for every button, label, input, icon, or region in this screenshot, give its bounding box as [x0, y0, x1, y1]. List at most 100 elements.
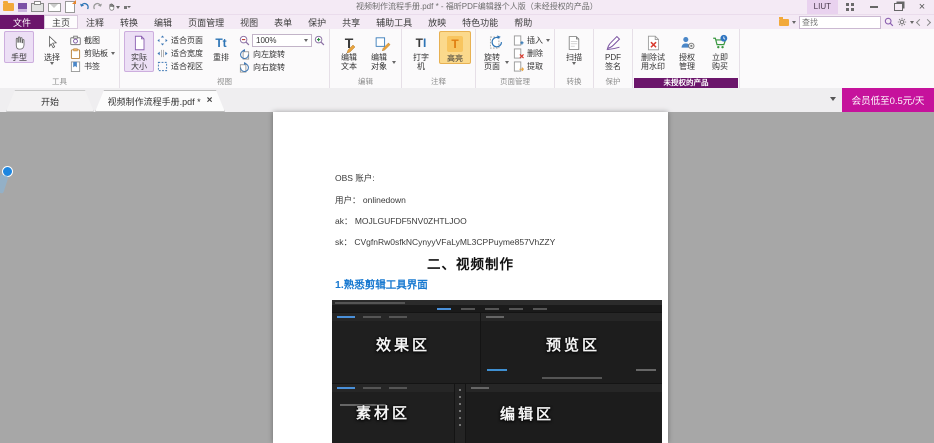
- search-scope-icon[interactable]: [779, 16, 789, 26]
- document-area[interactable]: OBS 账户: 用户： onlinedown ak： MOJLGUFDF5NV0…: [0, 112, 934, 443]
- export-icon[interactable]: [65, 0, 76, 13]
- bookmark-icon: [70, 60, 81, 72]
- hand-icon: [11, 32, 28, 53]
- tab-list-caret[interactable]: [830, 97, 836, 101]
- zoom-in-icon[interactable]: [314, 35, 325, 46]
- tab-edit[interactable]: 编辑: [146, 15, 180, 29]
- select-tool-button[interactable]: 选择: [37, 31, 67, 65]
- tab-present[interactable]: 放映: [420, 15, 454, 29]
- delete-page-icon: [513, 47, 524, 59]
- clipboard-button[interactable]: 剪贴板: [70, 47, 115, 59]
- pen-icon: [605, 32, 622, 53]
- dropdown-caret: [50, 62, 54, 65]
- tab-features[interactable]: 特色功能: [454, 15, 506, 29]
- label-preview-area: 预览区: [546, 337, 601, 354]
- tab-protect[interactable]: 保护: [300, 15, 334, 29]
- undo-icon[interactable]: [79, 2, 89, 12]
- collapse-right-icon[interactable]: [923, 18, 932, 26]
- dropdown-caret: [111, 51, 115, 55]
- doc-line-user: 用户： onlinedown: [335, 195, 406, 205]
- insert-page-button[interactable]: 插入: [513, 34, 550, 46]
- zoom-column: 100% 向左旋转 向右旋转: [239, 31, 325, 73]
- remove-trial-watermark-button[interactable]: 删除试用水印: [637, 31, 669, 71]
- label-effects-area: 效果区: [376, 337, 431, 354]
- doc-line-obs: OBS 账户:: [335, 173, 375, 183]
- rotate-left-button[interactable]: 向左旋转: [239, 48, 325, 60]
- dropdown-caret: [572, 62, 576, 65]
- reflow-button[interactable]: Tt 重排: [206, 31, 236, 63]
- highlight-button[interactable]: T 高亮: [439, 31, 471, 64]
- layout-grid-icon[interactable]: [844, 1, 856, 13]
- floating-widget[interactable]: [0, 166, 13, 202]
- print-icon[interactable]: [31, 0, 44, 12]
- save-icon[interactable]: [18, 2, 27, 12]
- dropdown-caret: [392, 60, 396, 64]
- extract-page-button[interactable]: 提取: [513, 60, 550, 72]
- actual-size-button[interactable]: 实际大小: [124, 31, 154, 72]
- redo-icon[interactable]: [93, 2, 103, 12]
- search-icon[interactable]: [884, 17, 894, 27]
- dropdown-caret[interactable]: [910, 20, 914, 24]
- tab-convert[interactable]: 转换: [112, 15, 146, 29]
- tab-home[interactable]: 主页: [44, 15, 79, 29]
- fit-page-button[interactable]: 适合页面: [157, 34, 203, 46]
- tab-accessibility[interactable]: 辅助工具: [368, 15, 420, 29]
- tab-form[interactable]: 表单: [266, 15, 300, 29]
- clipboard-icon: [70, 47, 81, 59]
- close-icon[interactable]: ×: [916, 1, 928, 13]
- screenshot-toolbar-strip: [455, 384, 465, 443]
- close-tab-icon[interactable]: ×: [207, 96, 213, 106]
- dropdown-caret: [546, 38, 550, 42]
- scan-button[interactable]: 扫描: [559, 31, 589, 65]
- typewriter-button[interactable]: TI 打字机: [406, 31, 436, 72]
- edit-object-button[interactable]: 编辑对象: [367, 31, 397, 71]
- license-manage-button[interactable]: 授权管理: [672, 31, 702, 71]
- open-file-icon[interactable]: [3, 1, 14, 11]
- edit-text-button[interactable]: T 编辑文本: [334, 31, 364, 72]
- titlebar: 视频制作流程手册.pdf * - 福昕PDF编辑器个人版（未经授权的产品） LI…: [0, 0, 934, 15]
- zoom-out-icon[interactable]: [239, 35, 250, 46]
- user-account-badge[interactable]: LIUT: [806, 0, 838, 14]
- tab-comment[interactable]: 注释: [78, 15, 112, 29]
- dropdown-caret[interactable]: [792, 20, 796, 24]
- fit-width-button[interactable]: 适合宽度: [157, 47, 203, 59]
- collapse-left-icon[interactable]: [915, 18, 924, 26]
- fit-page-icon: [157, 34, 168, 46]
- dropdown-caret: [116, 5, 120, 9]
- tab-share[interactable]: 共享: [334, 15, 368, 29]
- hand-tool-quick-icon[interactable]: [107, 2, 120, 12]
- tab-open-document[interactable]: 视频制作流程手册.pdf * ×: [95, 90, 225, 112]
- delete-page-button[interactable]: 删除: [513, 47, 550, 59]
- snapshot-button[interactable]: 截图: [70, 34, 115, 46]
- fit-width-icon: [157, 49, 168, 57]
- rotate-right-button[interactable]: 向右旋转: [239, 61, 325, 73]
- tab-view[interactable]: 视图: [232, 15, 266, 29]
- document-tab-bar: 开始 视频制作流程手册.pdf * × 会员低至0.5元/天: [0, 88, 934, 112]
- tab-start-page[interactable]: 开始: [6, 90, 94, 112]
- bookmark-button[interactable]: 书签: [70, 60, 115, 72]
- tab-help[interactable]: 帮助: [506, 15, 540, 29]
- tab-page-organize[interactable]: 页面管理: [180, 15, 232, 29]
- gear-icon[interactable]: [897, 17, 907, 27]
- ribbon-filler: [740, 29, 934, 88]
- more-commands-icon[interactable]: [124, 5, 131, 9]
- minimize-icon[interactable]: [868, 1, 880, 13]
- label-editing-area: 编辑区: [500, 406, 555, 423]
- rotate-pages-button[interactable]: 旋转页面: [480, 31, 510, 71]
- restore-icon[interactable]: [892, 1, 904, 13]
- shopping-cart-icon: [711, 32, 729, 53]
- zoom-level-select[interactable]: 100%: [252, 34, 312, 47]
- ribbon-group-convert: 扫描 转换: [555, 29, 594, 88]
- zoom-controls: 100%: [239, 34, 325, 47]
- email-icon[interactable]: [48, 2, 61, 12]
- ribbon-group-unauthorized: 删除试用水印 授权管理 立即购买 未授权的产品: [633, 29, 740, 88]
- buy-now-button[interactable]: 立即购买: [705, 31, 735, 71]
- member-promo-banner[interactable]: 会员低至0.5元/天: [842, 88, 934, 112]
- tools-small-column: 截图 剪贴板 书签: [70, 31, 115, 72]
- search-input[interactable]: [799, 15, 881, 29]
- file-menu-button[interactable]: 文件: [0, 15, 44, 29]
- pdf-sign-button[interactable]: PDF签名: [598, 31, 628, 71]
- window-title: 视频制作流程手册.pdf * - 福昕PDF编辑器个人版（未经授权的产品）: [356, 2, 598, 11]
- fit-visible-button[interactable]: 适合视区: [157, 60, 203, 72]
- hand-tool-button[interactable]: 手型: [4, 31, 34, 63]
